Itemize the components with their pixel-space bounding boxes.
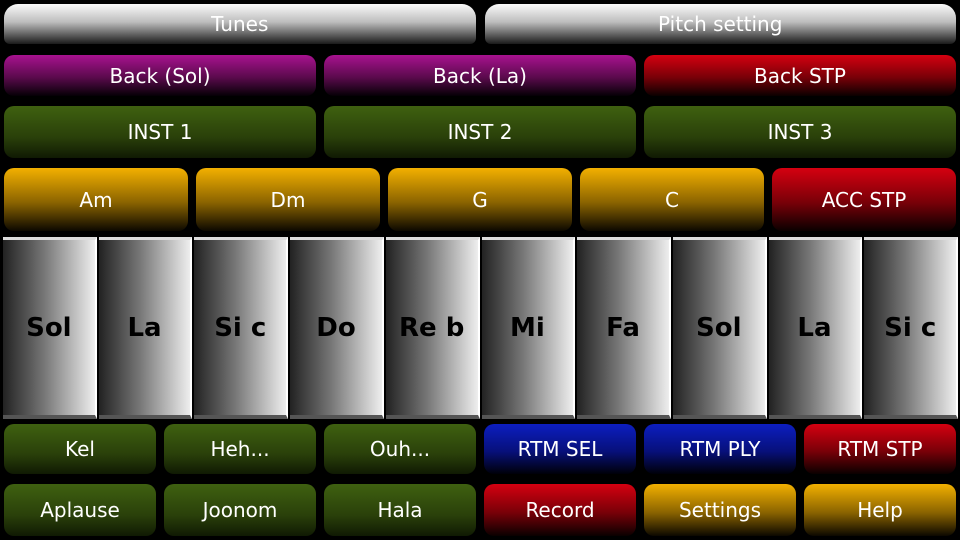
- back-la-button[interactable]: Back (La): [324, 55, 636, 96]
- instrument-row: INST 1 INST 2 INST 3: [4, 106, 956, 158]
- key-sol-high[interactable]: Sol: [672, 237, 767, 419]
- rhythm-play-button[interactable]: RTM PLY: [644, 424, 796, 474]
- key-re-b[interactable]: Re b: [385, 237, 480, 419]
- rhythm-select-button[interactable]: RTM SEL: [484, 424, 636, 474]
- ouh-button[interactable]: Ouh...: [324, 424, 476, 474]
- pitch-setting-button[interactable]: Pitch setting: [484, 4, 956, 44]
- sound-rhythm-row: Kel Heh... Ouh... RTM SEL RTM PLY RTM ST…: [4, 424, 956, 474]
- inst-1-button[interactable]: INST 1: [4, 106, 316, 158]
- chord-c-button[interactable]: C: [580, 168, 764, 231]
- kel-button[interactable]: Kel: [4, 424, 156, 474]
- key-si-c[interactable]: Si c: [194, 237, 289, 419]
- chord-am-button[interactable]: Am: [4, 168, 188, 231]
- rhythm-stop-button[interactable]: RTM STP: [804, 424, 956, 474]
- heh-button[interactable]: Heh...: [164, 424, 316, 474]
- back-sol-button[interactable]: Back (Sol): [4, 55, 316, 96]
- acc-stop-button[interactable]: ACC STP: [772, 168, 956, 231]
- backing-row: Back (Sol) Back (La) Back STP: [4, 55, 956, 96]
- hala-button[interactable]: Hala: [324, 484, 476, 536]
- key-fa[interactable]: Fa: [577, 237, 671, 419]
- keyboard: Sol La Si c Do Re b Mi Fa Sol La Si c: [3, 237, 959, 419]
- aplause-button[interactable]: Aplause: [4, 484, 156, 536]
- back-stop-button[interactable]: Back STP: [644, 55, 956, 96]
- joonom-button[interactable]: Joonom: [164, 484, 316, 536]
- record-button[interactable]: Record: [484, 484, 636, 536]
- chord-row: Am Dm G C ACC STP: [4, 168, 956, 231]
- settings-button[interactable]: Settings: [644, 484, 796, 536]
- key-si-c-high[interactable]: Si c: [864, 237, 959, 419]
- inst-2-button[interactable]: INST 2: [324, 106, 636, 158]
- key-sol[interactable]: Sol: [3, 237, 97, 419]
- chord-g-button[interactable]: G: [388, 168, 572, 231]
- tunes-button[interactable]: Tunes: [4, 4, 476, 44]
- top-row: Tunes Pitch setting: [4, 4, 956, 44]
- key-la[interactable]: La: [98, 237, 193, 419]
- bottom-row: Aplause Joonom Hala Record Settings Help: [4, 484, 956, 536]
- chord-dm-button[interactable]: Dm: [196, 168, 380, 231]
- key-la-high[interactable]: La: [768, 237, 863, 419]
- inst-3-button[interactable]: INST 3: [644, 106, 956, 158]
- key-do[interactable]: Do: [290, 237, 384, 419]
- key-mi[interactable]: Mi: [481, 237, 576, 419]
- help-button[interactable]: Help: [804, 484, 956, 536]
